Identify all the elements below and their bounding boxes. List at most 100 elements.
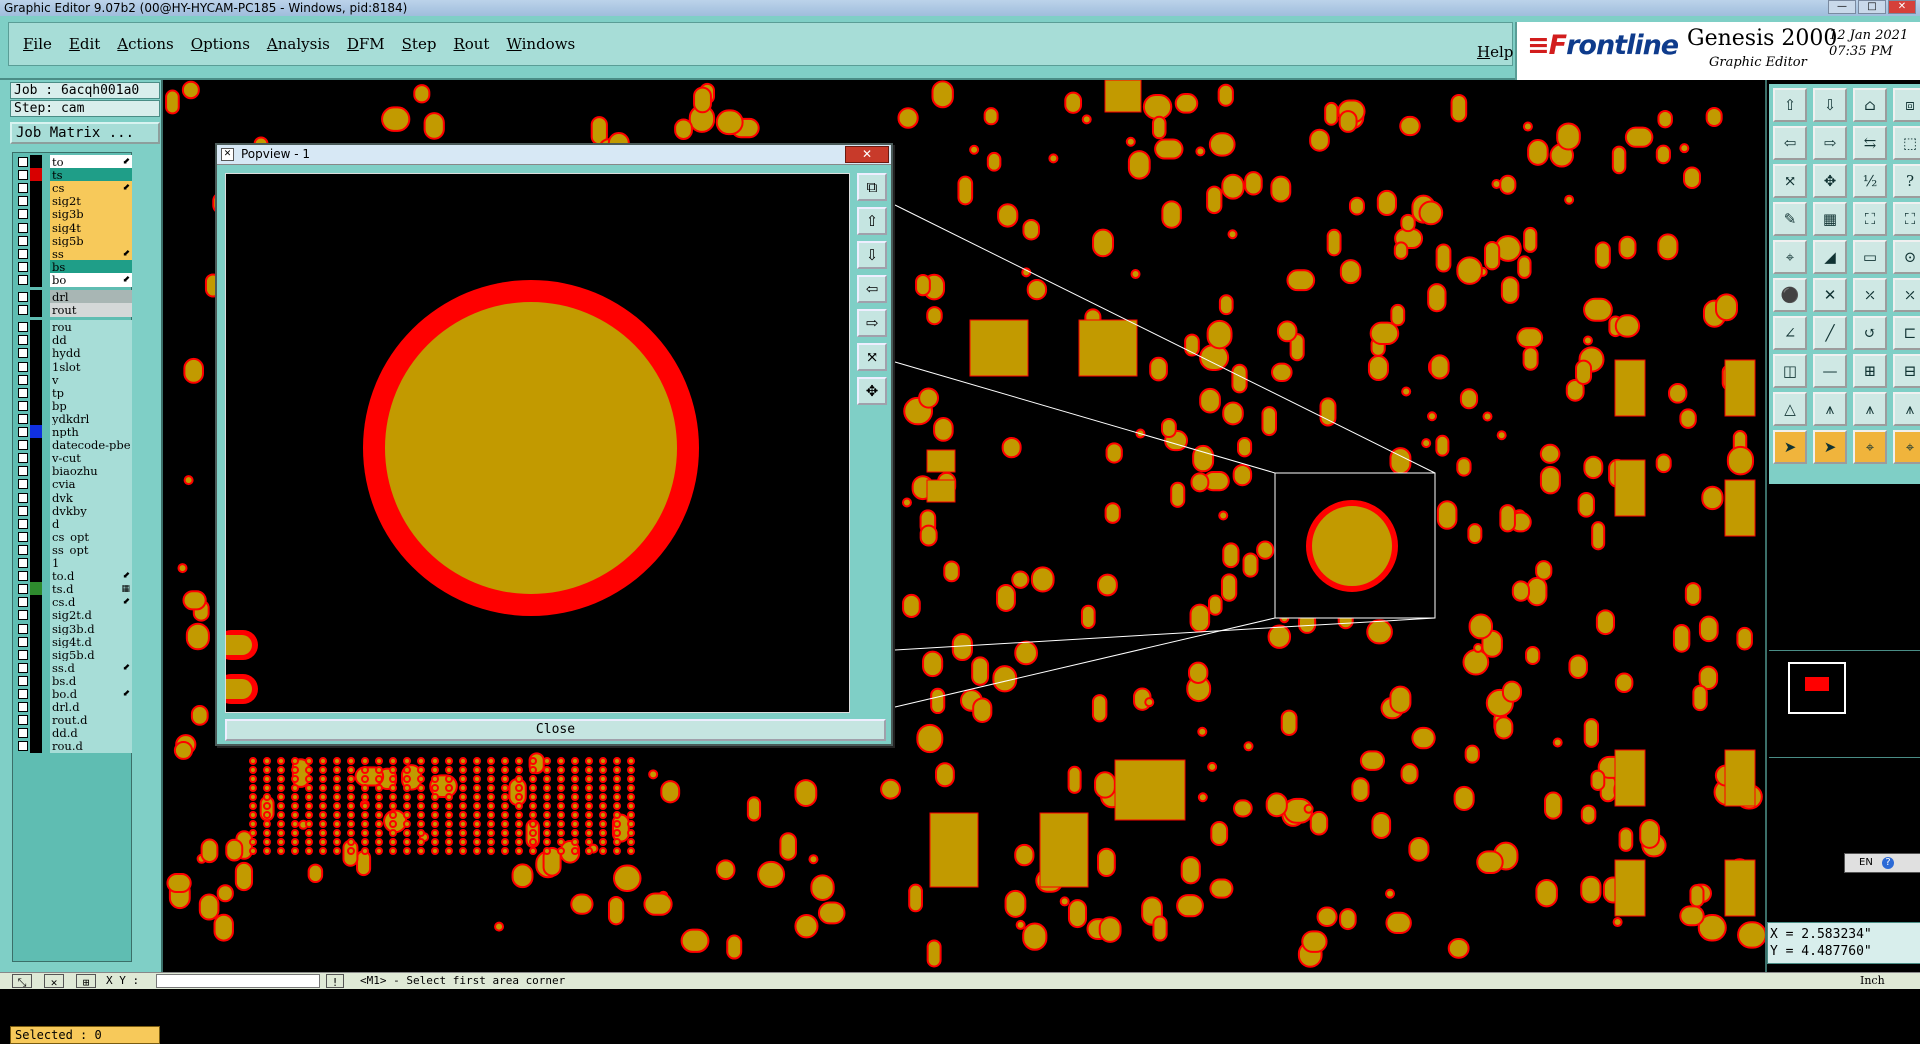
pin-alt-icon[interactable]: ⌖ xyxy=(1893,430,1920,464)
layer-row-to.d[interactable]: to.d ⬋ xyxy=(14,569,132,584)
layer-row-bs.d[interactable]: bs.d xyxy=(14,673,132,688)
menu-help[interactable]: Help xyxy=(1477,43,1513,61)
language-indicator[interactable]: EN ? xyxy=(1844,853,1920,873)
cross-mode-icon[interactable]: ✕ xyxy=(44,974,64,989)
layer-row-sig5b.d[interactable]: sig5b.d xyxy=(14,647,132,662)
job-matrix-button[interactable]: Job Matrix ... xyxy=(10,122,160,144)
layer-row-cs_opt[interactable]: cs_opt xyxy=(14,529,132,544)
layer-row-v[interactable]: v xyxy=(14,372,132,387)
layer-name[interactable]: rout.d xyxy=(50,713,132,728)
layer-name[interactable]: bs.d xyxy=(50,673,132,688)
add-icon[interactable]: ⊞ xyxy=(1853,354,1887,388)
layer-row-sig2t.d[interactable]: sig2t.d xyxy=(14,608,132,623)
layer-name[interactable]: datecode-pbe xyxy=(50,438,132,453)
overview-map[interactable] xyxy=(1769,650,1920,758)
layer-row-dvk[interactable]: dvk xyxy=(14,490,132,505)
layer-row-dd.d[interactable]: dd.d xyxy=(14,726,132,741)
layer-name[interactable]: bp xyxy=(50,398,132,413)
layer-checkbox[interactable] xyxy=(18,261,28,272)
layer-row-rou[interactable]: rou xyxy=(14,320,132,335)
layer-row-bs[interactable]: bs xyxy=(14,259,132,274)
units-label[interactable]: Inch xyxy=(1860,973,1885,989)
layer-name[interactable]: to xyxy=(50,155,132,169)
layer-checkbox[interactable] xyxy=(18,702,28,713)
layer-name[interactable]: ss xyxy=(50,246,132,261)
layer-name[interactable]: sig4t.d xyxy=(50,634,132,649)
ruler-icon[interactable]: ▭ xyxy=(1853,240,1887,274)
layer-name[interactable]: ts.d xyxy=(50,582,132,597)
pan-right-icon[interactable]: ⇨ xyxy=(1813,126,1847,160)
layer-checkbox[interactable] xyxy=(18,558,28,568)
layer-row-hydd[interactable]: hydd xyxy=(14,346,132,361)
layer-name[interactable]: d xyxy=(50,516,132,531)
layer-checkbox[interactable] xyxy=(18,427,28,437)
layer-checkbox[interactable] xyxy=(18,741,28,752)
layer-checkbox[interactable] xyxy=(18,387,28,398)
layer-name[interactable]: cs.d xyxy=(50,595,132,610)
cursor-select-icon[interactable]: ➤ xyxy=(1813,430,1847,464)
layer-checkbox[interactable] xyxy=(18,292,28,302)
layer-row-sig3b.d[interactable]: sig3b.d xyxy=(14,621,132,636)
layer-name[interactable]: drl.d xyxy=(50,700,132,715)
layer-row-tp[interactable]: tp xyxy=(14,385,132,400)
layer-row-ss[interactable]: ss ⬋ xyxy=(14,246,132,261)
layer-checkbox[interactable] xyxy=(18,235,28,246)
menu-rout[interactable]: Rout xyxy=(453,35,489,53)
layer-name[interactable]: hydd xyxy=(50,346,132,361)
layer-name[interactable]: dvk xyxy=(50,490,132,505)
menu-actions[interactable]: Actions xyxy=(117,35,173,53)
polygon-alt-icon[interactable]: ⩚ xyxy=(1853,392,1887,426)
line-icon[interactable]: ╱ xyxy=(1813,316,1847,350)
layer-checkbox[interactable] xyxy=(18,689,28,699)
layer-checkbox[interactable] xyxy=(18,157,28,167)
pin-icon[interactable]: ⌖ xyxy=(1853,430,1887,464)
layer-row-sig4t[interactable]: sig4t xyxy=(14,220,132,235)
polygon-b-icon[interactable]: ⩚ xyxy=(1893,392,1920,426)
layer-checkbox[interactable] xyxy=(18,531,28,542)
layer-row-ss_opt[interactable]: ss_opt xyxy=(14,542,132,557)
layer-name[interactable]: npth xyxy=(50,425,132,439)
layer-checkbox[interactable] xyxy=(18,675,28,686)
layer-checkbox[interactable] xyxy=(18,374,28,385)
layer-name[interactable]: 1slot xyxy=(50,359,132,374)
home-icon[interactable]: ⌂ xyxy=(1853,88,1887,122)
menu-analysis[interactable]: Analysis xyxy=(267,35,330,53)
snap-alt-icon[interactable]: ⛶ xyxy=(1893,202,1920,236)
maximize-button[interactable]: □ xyxy=(1858,0,1886,14)
layer-checkbox[interactable] xyxy=(18,305,28,316)
pv-pan-right-icon[interactable]: ⇨ xyxy=(857,309,887,337)
remove-icon[interactable]: ⊟ xyxy=(1893,354,1920,388)
layer-row-cs.d[interactable]: cs.d ⬋ xyxy=(14,595,132,610)
layer-name[interactable]: cs_opt xyxy=(50,529,132,544)
pv-pan-down-icon[interactable]: ⇩ xyxy=(857,241,887,269)
bracket-icon[interactable]: ⊏ xyxy=(1893,316,1920,350)
layer-row-dvkby[interactable]: dvkby xyxy=(14,503,132,518)
layer-name[interactable]: drl xyxy=(50,290,132,304)
zoom-fit-icon[interactable]: ⇩ xyxy=(1813,88,1847,122)
layer-name[interactable]: bo.d xyxy=(50,687,132,701)
zoom-home-icon[interactable]: ⇧ xyxy=(1773,88,1807,122)
window-icon[interactable]: ⧈ xyxy=(1893,88,1920,122)
layer-row-datecode-pbe[interactable]: datecode-pbe xyxy=(14,438,132,453)
layer-name[interactable]: rou.d xyxy=(50,739,132,754)
layer-checkbox[interactable] xyxy=(18,728,28,739)
pv-pan-left-icon[interactable]: ⇦ xyxy=(857,275,887,303)
layer-row-v-cut[interactable]: v-cut xyxy=(14,451,132,466)
popview-close-icon[interactable]: ✕ xyxy=(845,146,889,163)
minimize-button[interactable]: — xyxy=(1828,0,1856,14)
layer-row-npth[interactable]: npth xyxy=(14,425,132,439)
layer-row-rout[interactable]: rout xyxy=(14,303,132,318)
layer-checkbox[interactable] xyxy=(18,479,28,490)
layer-name[interactable]: sig5b.d xyxy=(50,647,132,662)
layer-name[interactable]: sig4t xyxy=(50,220,132,235)
menu-options[interactable]: Options xyxy=(191,35,250,53)
language-help-icon[interactable]: ? xyxy=(1882,857,1894,869)
drill-icon[interactable]: ⚫ xyxy=(1773,278,1807,312)
popview-canvas[interactable] xyxy=(216,173,850,713)
layer-name[interactable]: sig5b xyxy=(50,233,132,248)
layer-name[interactable]: rout xyxy=(50,303,132,318)
layer-checkbox[interactable] xyxy=(18,662,28,673)
layer-name[interactable]: ss.d xyxy=(50,660,132,675)
pan-left-icon[interactable]: ⇦ xyxy=(1773,126,1807,160)
cursor-icon[interactable]: ➤ xyxy=(1773,430,1807,464)
